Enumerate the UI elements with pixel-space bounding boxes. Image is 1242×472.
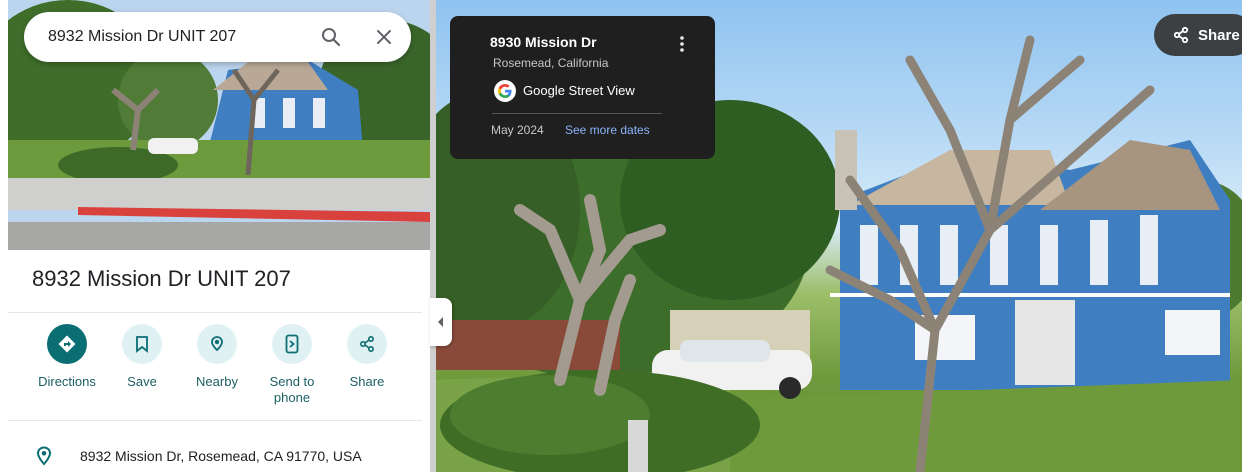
- close-icon: [377, 30, 391, 44]
- close-button[interactable]: [369, 22, 399, 52]
- street-view-title: 8930 Mission Dr: [490, 34, 597, 50]
- collapse-panel-button[interactable]: [430, 298, 452, 346]
- place-title: 8932 Mission Dr UNIT 207: [32, 266, 291, 291]
- action-bar: Directions Save Nearby Send to phone Sha…: [28, 324, 408, 414]
- chevron-left-icon: [438, 317, 443, 327]
- bookmark-icon: [122, 324, 162, 364]
- nearby-button[interactable]: Nearby: [181, 324, 253, 390]
- share-button[interactable]: Share: [331, 324, 403, 390]
- send-to-phone-icon: [272, 324, 312, 364]
- share-label: Share: [349, 374, 385, 389]
- search-icon: [322, 28, 341, 47]
- nearby-label: Nearby: [196, 374, 238, 389]
- send-to-phone-label: Send to phone: [269, 374, 315, 405]
- more-options-button[interactable]: [675, 34, 689, 54]
- save-label: Save: [127, 374, 157, 389]
- share-icon: [1173, 26, 1189, 44]
- place-panel: 8932 Mission Dr UNIT 207 Directions Save: [0, 0, 430, 472]
- street-view-share-button[interactable]: Share: [1154, 14, 1242, 56]
- street-view-info-card: 8930 Mission Dr Rosemead, California Goo…: [450, 16, 715, 159]
- search-button[interactable]: [316, 22, 346, 52]
- google-logo-icon: [494, 80, 516, 102]
- divider: [8, 312, 422, 313]
- location-pin-icon: [36, 446, 52, 466]
- more-vert-icon: [680, 36, 684, 52]
- search-box: [24, 12, 411, 62]
- nearby-icon: [197, 324, 237, 364]
- street-view-subtitle: Rosemead, California: [493, 56, 609, 70]
- street-view-provider: Google Street View: [523, 83, 635, 98]
- directions-icon: [47, 324, 87, 364]
- share-icon: [347, 324, 387, 364]
- save-button[interactable]: Save: [106, 324, 178, 390]
- card-divider: [492, 113, 662, 114]
- divider: [8, 420, 422, 421]
- street-view-share-label: Share: [1198, 26, 1240, 44]
- address-row[interactable]: 8932 Mission Dr, Rosemead, CA 91770, USA: [36, 446, 362, 466]
- directions-label: Directions: [38, 374, 96, 389]
- send-to-phone-button[interactable]: Send to phone: [256, 324, 328, 406]
- search-input[interactable]: [48, 22, 298, 52]
- see-more-dates-link[interactable]: See more dates: [565, 123, 650, 137]
- directions-button[interactable]: Directions: [31, 324, 103, 390]
- address-text: 8932 Mission Dr, Rosemead, CA 91770, USA: [80, 448, 362, 464]
- capture-date: May 2024: [491, 123, 544, 137]
